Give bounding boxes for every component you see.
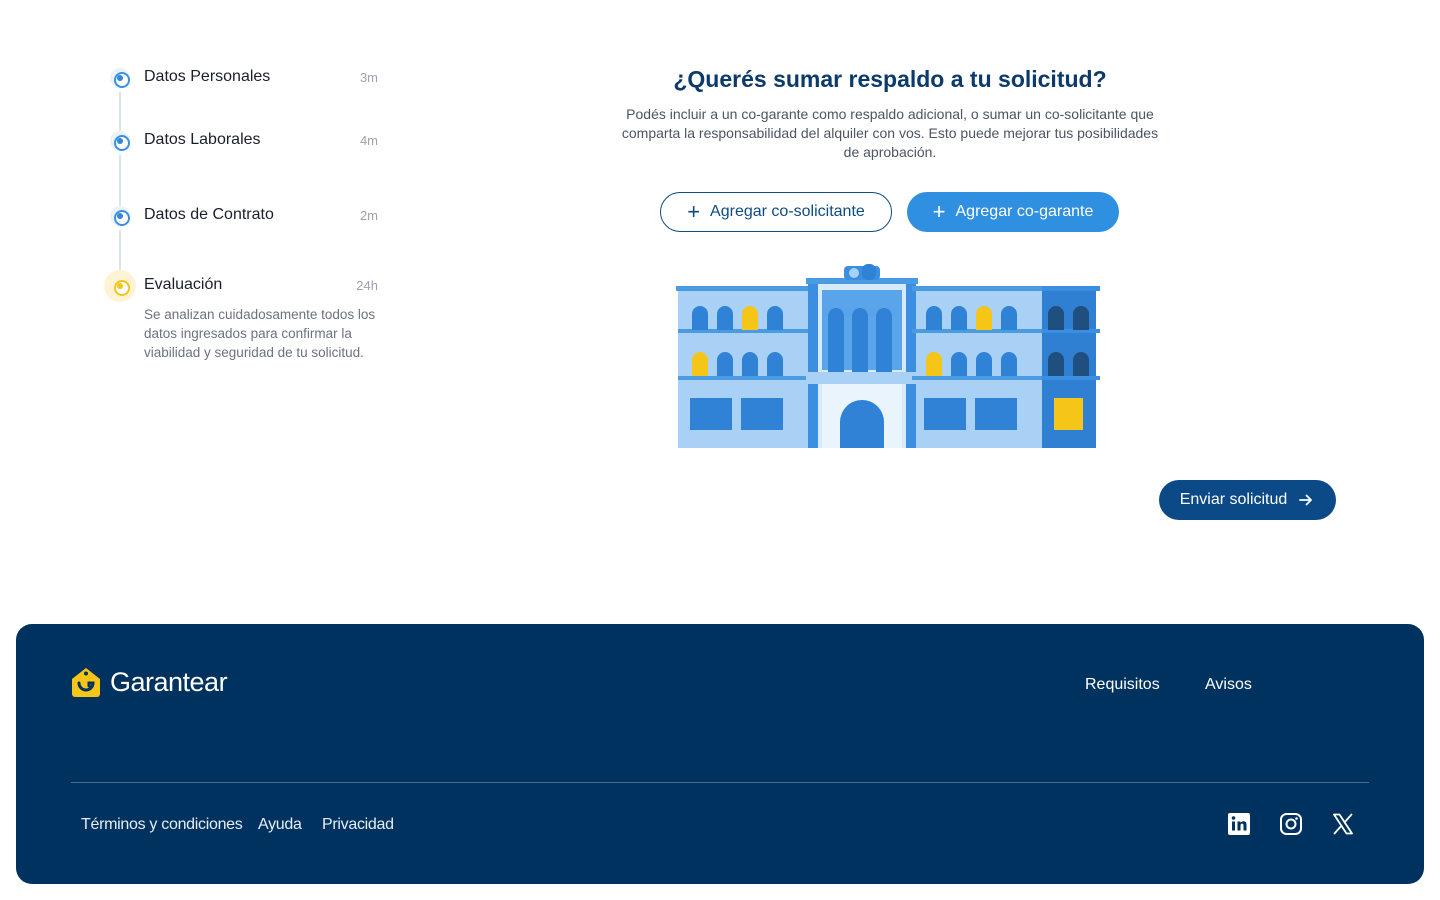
step-title: Datos de Contrato xyxy=(144,206,274,223)
step-title: Datos Laborales xyxy=(144,131,261,148)
step-description: Se analizan cuidadosamente todos los dat… xyxy=(144,307,376,360)
step-duration: 24h xyxy=(356,278,378,293)
brand-logo[interactable]: Garantear xyxy=(70,666,228,698)
instagram-icon[interactable] xyxy=(1279,812,1303,836)
building-illustration xyxy=(676,264,1100,448)
footer-link-avisos[interactable]: Avisos xyxy=(1205,676,1252,694)
step-connector xyxy=(119,155,121,208)
button-label: Agregar co-garante xyxy=(955,203,1094,220)
add-cosolicitante-button[interactable]: + Agregar co-solicitante xyxy=(660,192,892,232)
plus-icon: + xyxy=(687,199,701,224)
footer-link-terminos[interactable]: Términos y condiciones xyxy=(81,816,243,834)
step-completed-icon xyxy=(110,68,130,88)
step-completed-icon xyxy=(110,131,130,151)
button-label: Enviar solicitud xyxy=(1179,491,1288,508)
step-connector xyxy=(119,92,121,132)
step-title: Datos Personales xyxy=(144,68,271,85)
step-duration: 3m xyxy=(359,70,378,85)
submit-request-button[interactable]: Enviar solicitud xyxy=(1159,480,1336,520)
step-connector xyxy=(119,230,121,270)
add-cogarante-button[interactable]: + Agregar co-garante xyxy=(907,192,1119,232)
arrow-right-icon xyxy=(1299,494,1313,506)
button-label: Agregar co-solicitante xyxy=(710,203,865,220)
support-section: ¿Querés sumar respaldo a tu solicitud? P… xyxy=(560,60,1220,162)
footer-link-privacidad[interactable]: Privacidad xyxy=(322,816,394,834)
step-title: Evaluación xyxy=(144,276,223,293)
footer-link-requisitos[interactable]: Requisitos xyxy=(1085,676,1160,694)
page-title: ¿Querés sumar respaldo a tu solicitud? xyxy=(673,66,1107,92)
step-pending-icon xyxy=(104,270,136,302)
x-icon[interactable] xyxy=(1331,812,1355,836)
step-duration: 2m xyxy=(359,208,378,223)
page-description: Podés incluir a un co-garante como respa… xyxy=(621,106,1159,160)
footer-divider xyxy=(71,782,1369,783)
step-duration: 4m xyxy=(359,133,378,148)
site-footer: Garantear Requisitos Avisos Términos y c… xyxy=(16,624,1424,884)
brand-name: Garantear xyxy=(110,666,228,697)
house-logo-icon xyxy=(72,668,100,697)
footer-link-ayuda[interactable]: Ayuda xyxy=(258,816,302,834)
step-completed-icon xyxy=(110,206,130,226)
plus-icon: + xyxy=(932,199,946,224)
linkedin-icon[interactable] xyxy=(1227,812,1251,836)
